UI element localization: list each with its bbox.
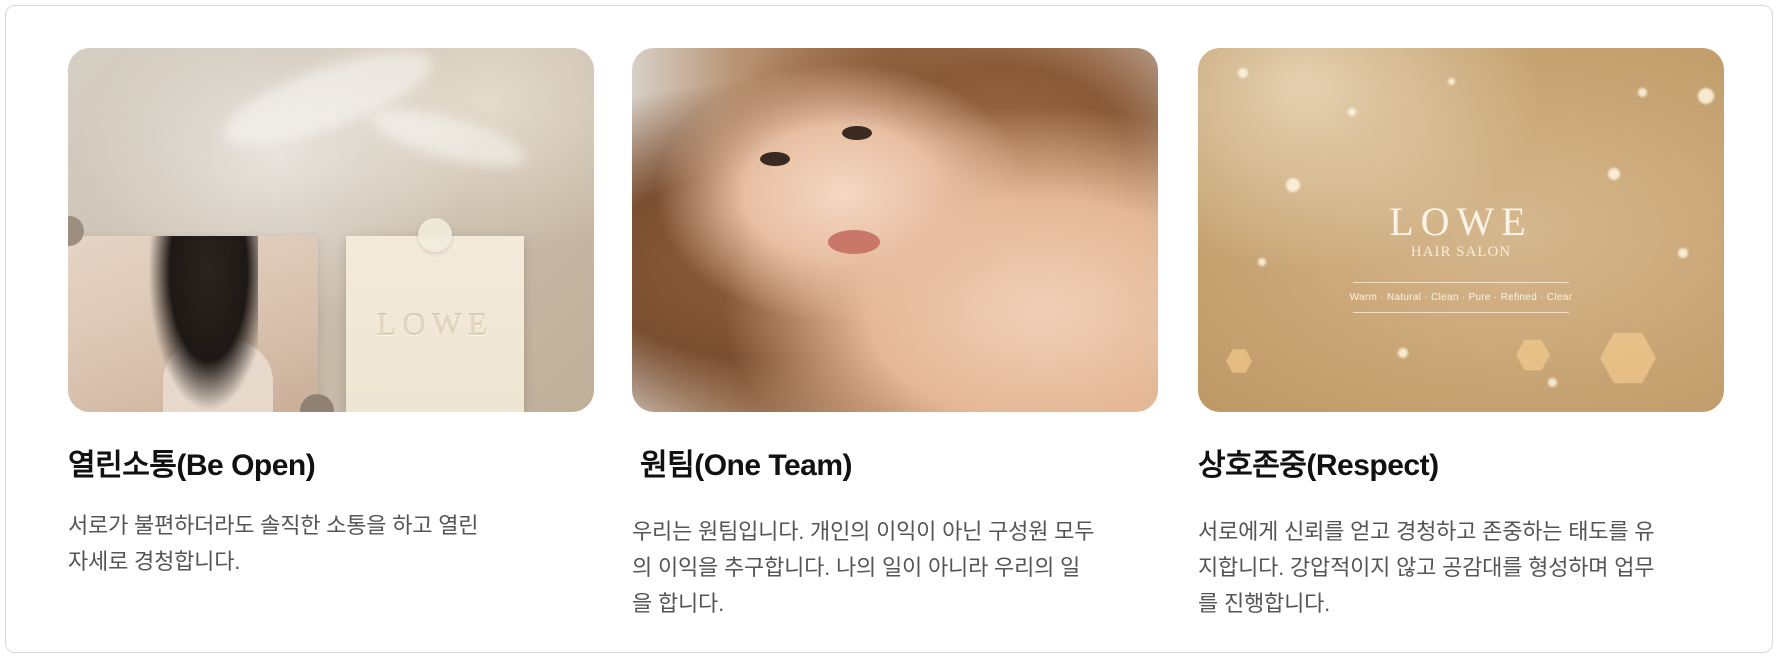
brand-subtitle: HAIR SALON <box>1410 244 1512 260</box>
woman-photo <box>68 236 318 412</box>
card-description: 서로가 불편하더라도 솔직한 소통을 하고 열린 자세로 경청합니다. <box>68 513 479 574</box>
value-card-respect: LOWE HAIR SALON Warm · Natural · Clean ·… <box>1198 48 1724 622</box>
sparkle <box>1348 108 1356 116</box>
one-team-image <box>632 48 1158 412</box>
respect-image: LOWE HAIR SALON Warm · Natural · Clean ·… <box>1198 48 1724 412</box>
divider-line <box>1353 282 1569 283</box>
paper-card: LOWE <box>346 236 524 412</box>
sparkle <box>1698 88 1714 104</box>
eye-shape <box>842 126 872 140</box>
value-card-one-team: 원팀(One Team) 우리는 원팀입니다. 개인의 이익이 아닌 구성원 모… <box>632 48 1158 622</box>
light-reflection <box>365 97 531 179</box>
sparkle <box>1398 348 1408 358</box>
be-open-image: LOWE <box>68 48 594 412</box>
card-title: 상호존중(Respect) <box>1198 449 1439 482</box>
sparkle <box>1638 88 1647 97</box>
bokeh-hexagon <box>1226 349 1252 373</box>
eye-shape <box>760 152 790 166</box>
value-card-be-open: LOWE 열린소통(Be Open) 서로가 불편하더라도 솔직한 소통을 하고… <box>68 48 594 580</box>
sparkle <box>1608 168 1620 180</box>
divider-line <box>1353 312 1569 313</box>
paper-logo: LOWE <box>376 306 494 342</box>
bokeh-hexagon <box>1600 332 1656 384</box>
hair-shape <box>148 236 258 412</box>
sparkle <box>1286 178 1300 192</box>
light-reflection <box>214 48 442 164</box>
values-section: LOWE 열린소통(Be Open) 서로가 불편하더라도 솔직한 소통을 하고… <box>5 5 1773 653</box>
lips-shape <box>828 230 880 254</box>
sparkle <box>1548 378 1557 387</box>
sparkle <box>1238 68 1248 78</box>
card-title: 열린소통(Be Open) <box>68 449 316 482</box>
card-description: 우리는 원팀입니다. 개인의 이익이 아닌 구성원 모두 의 이익을 추구합니다… <box>632 519 1095 616</box>
card-title: 원팀(One Team) <box>640 449 853 482</box>
brand-logo: LOWE <box>1389 199 1533 244</box>
sparkle <box>1448 78 1455 85</box>
card-description: 서로에게 신뢰를 얻고 경청하고 존중하는 태도를 유 지합니다. 강압적이지 … <box>1198 519 1655 616</box>
pin-dot <box>418 218 452 252</box>
bokeh-hexagon <box>1516 339 1550 371</box>
brand-tagline: Warm · Natural · Clean · Pure · Refined … <box>1349 292 1573 303</box>
